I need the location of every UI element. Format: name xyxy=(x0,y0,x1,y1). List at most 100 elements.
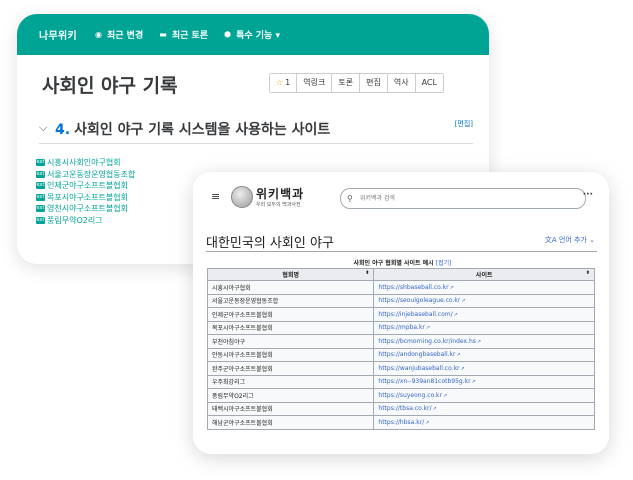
external-link-icon: ↗ xyxy=(449,284,454,291)
hamburger-menu-icon[interactable]: ≡ xyxy=(211,190,220,203)
site-link-list: ext 시흥시사회인야구협회 ext 서울고운동장운영협동조합 ext 인제군야구소프… xyxy=(36,157,135,226)
nav-recent-discussions[interactable]: ▬ 최근 토론 xyxy=(159,28,208,41)
wikipedia-logo-title[interactable]: 위키백과 xyxy=(256,185,304,202)
wikipedia-header: ≡ 위키백과 우리 모두의 백과사전 ⚲ ··· xyxy=(193,172,609,224)
site-url-link[interactable]: https://shbaseball.co.kr xyxy=(378,284,448,291)
backlinks-button[interactable]: 역링크 xyxy=(297,74,333,92)
nav-special-functions[interactable]: ⬢ 특수 기능 ▾ xyxy=(224,28,280,41)
site-url-cell[interactable]: https://bcmorning.co.kr/index.hs↗ xyxy=(373,334,595,349)
association-name-cell: 부천야침야구 xyxy=(206,334,375,349)
column-header-site[interactable]: 사이트 ⬍ xyxy=(373,268,595,281)
namuwiki-navbar: 나무위키 ◉ 최근 변경 ▬ 최근 토론 ⬢ 특수 기능 ▾ xyxy=(17,14,489,55)
add-language-button[interactable]: 文A 언어 추가 ⌄ xyxy=(545,235,595,245)
compass-icon: ◉ xyxy=(95,30,102,39)
site-url-cell[interactable]: https://tbsa.co.kr/↗ xyxy=(373,401,595,416)
table-row: 완주군야구소프트볼협회 https://wanjubaseball.co.kr↗ xyxy=(206,361,595,376)
section-heading: ⌵ 4. 사회인 야구 기록 시스템을 사용하는 사이트 [편집] xyxy=(39,117,473,144)
list-item[interactable]: ext 서울고운동장운영협동조합 xyxy=(36,169,135,181)
table-row: 풍림무약O2리그 https://suyeong.co.kr↗ xyxy=(206,388,595,403)
site-url-cell[interactable]: https://seoulgoleague.co.kr↗ xyxy=(373,293,595,308)
sort-icon[interactable]: ⬍ xyxy=(586,270,590,276)
link-text[interactable]: 서울고운동장운영협동조합 xyxy=(47,169,135,180)
site-url-cell[interactable]: https://hbsa.kr/↗ xyxy=(373,415,595,430)
external-link-icon: ↗ xyxy=(443,392,448,399)
association-name-cell: 우주최강리그 xyxy=(206,374,375,389)
association-site-table: 협회명 ⬍ 사이트 ⬍ 시흥시야구협회 https://shbaseball.co.k… xyxy=(206,268,595,430)
edit-button[interactable]: 편집 xyxy=(360,74,388,92)
association-name-cell: 시흥시야구협회 xyxy=(206,280,375,295)
link-text[interactable]: 시흥시사회인야구협회 xyxy=(47,157,121,168)
site-url-link[interactable]: https://wanjubaseball.co.kr xyxy=(378,365,459,372)
site-url-link[interactable]: https://suyeong.co.kr xyxy=(378,392,442,399)
table-row: 시흥시야구협회 https://shbaseball.co.kr↗ xyxy=(206,280,595,295)
section-edit-link[interactable]: [편집] xyxy=(455,119,473,129)
sort-icon[interactable]: ⬍ xyxy=(365,270,369,276)
site-url-cell[interactable]: https://injebaseball.com/↗ xyxy=(373,307,595,322)
table-row: 해남군야구소프트볼협회 https://hbsa.kr/↗ xyxy=(206,415,595,430)
external-link-icon: ext xyxy=(36,170,45,178)
link-text[interactable]: 영천시야구소프트볼협회 xyxy=(47,203,128,214)
site-url-cell[interactable]: https://mpba.kr↗ xyxy=(373,320,595,335)
site-url-link[interactable]: https://seoulgoleague.co.kr xyxy=(378,297,460,304)
external-link-icon: ↗ xyxy=(456,352,461,359)
link-text[interactable]: 인제군야구소프트볼협회 xyxy=(47,180,128,191)
external-link-icon: ext xyxy=(36,159,45,167)
wikipedia-card: ≡ 위키백과 우리 모두의 백과사전 ⚲ ··· 대한민국의 사회인 야구 文A… xyxy=(193,172,609,454)
site-url-cell[interactable]: https://andongbaseball.kr↗ xyxy=(373,347,595,362)
external-link-icon: ext xyxy=(36,216,45,224)
site-url-link[interactable]: https://injebaseball.com/ xyxy=(378,311,452,318)
comment-icon: ▬ xyxy=(159,30,167,39)
site-url-cell[interactable]: https://shbaseball.co.kr↗ xyxy=(373,280,595,295)
column-header-name-label: 협회명 xyxy=(282,272,299,279)
more-options-icon[interactable]: ··· xyxy=(583,190,593,200)
search-input[interactable] xyxy=(357,194,562,203)
table-caption-text: 사회인 야구 협회별 사이트 예시 xyxy=(353,260,434,267)
column-header-name[interactable]: 협회명 ⬍ xyxy=(206,268,375,281)
star-count: 1 xyxy=(285,78,291,87)
site-url-link[interactable]: https://hbsa.kr/ xyxy=(378,419,424,426)
list-item[interactable]: ext 풍림무약O2리그 xyxy=(36,215,135,227)
acl-button[interactable]: ACL xyxy=(415,74,443,92)
external-link-icon: ↗ xyxy=(425,419,430,426)
namuwiki-logo[interactable]: 나무위키 xyxy=(39,27,77,42)
list-item[interactable]: ext 영천시야구소프트볼협회 xyxy=(36,203,135,215)
list-item[interactable]: ext 인제군야구소프트볼협회 xyxy=(36,180,135,192)
association-name-cell: 서울고운동장운영협동조합 xyxy=(206,293,375,308)
site-url-link[interactable]: https://andongbaseball.kr xyxy=(378,351,455,358)
site-url-link[interactable]: https://xn--939an81cotb95g.kr xyxy=(378,378,470,385)
external-link-icon: ext xyxy=(36,193,45,201)
site-url-link[interactable]: https://mpba.kr xyxy=(378,324,425,331)
association-name-cell: 목포시야구소프트볼협회 xyxy=(206,320,375,335)
history-button[interactable]: 역사 xyxy=(387,74,416,92)
site-url-cell[interactable]: https://suyeong.co.kr↗ xyxy=(373,388,595,403)
star-icon: ☆ xyxy=(276,78,284,87)
chevron-down-icon[interactable]: ⌵ xyxy=(39,121,47,135)
external-link-icon: ext xyxy=(36,182,45,190)
section-title: 4. 사회인 야구 기록 시스템을 사용하는 사이트 xyxy=(55,119,330,139)
wikipedia-globe-logo[interactable] xyxy=(231,186,253,208)
link-text[interactable]: 목포시야구소프트볼협회 xyxy=(47,192,128,203)
nav-recent-changes-label: 최근 변경 xyxy=(106,31,144,41)
site-url-cell[interactable]: https://xn--939an81cotb95g.kr↗ xyxy=(373,374,595,389)
collapse-table-link[interactable]: [접기] xyxy=(436,260,452,267)
article-toolbar: ☆ 1 역링크 토론 편집 역사 ACL xyxy=(269,73,444,93)
section-number[interactable]: 4. xyxy=(55,122,70,138)
list-item[interactable]: ext 시흥시사회인야구협회 xyxy=(36,157,135,169)
nav-recent-discussions-label: 최근 토론 xyxy=(171,31,209,41)
external-link-icon: ↗ xyxy=(425,325,431,332)
discuss-button[interactable]: 토론 xyxy=(332,74,361,92)
external-link-icon: ↗ xyxy=(460,365,465,372)
external-link-icon: ↗ xyxy=(476,338,482,345)
star-button[interactable]: ☆ 1 xyxy=(270,74,298,92)
search-box[interactable]: ⚲ xyxy=(340,188,586,209)
site-url-cell[interactable]: https://wanjubaseball.co.kr↗ xyxy=(373,361,595,376)
external-link-icon: ext xyxy=(36,205,45,213)
list-item[interactable]: ext 목포시야구소프트볼협회 xyxy=(36,192,135,204)
section-title-text: 사회인 야구 기록 시스템을 사용하는 사이트 xyxy=(74,122,331,138)
link-text[interactable]: 풍림무약O2리그 xyxy=(47,215,103,226)
site-url-link[interactable]: https://tbsa.co.kr/ xyxy=(378,405,431,412)
site-url-link[interactable]: https://bcmorning.co.kr/index.hs xyxy=(378,338,475,345)
table-row: 우주최강리그 https://xn--939an81cotb95g.kr↗ xyxy=(206,374,595,389)
nav-recent-changes[interactable]: ◉ 최근 변경 xyxy=(95,28,143,41)
nav-special-functions-label: 특수 기능 ▾ xyxy=(236,31,280,41)
